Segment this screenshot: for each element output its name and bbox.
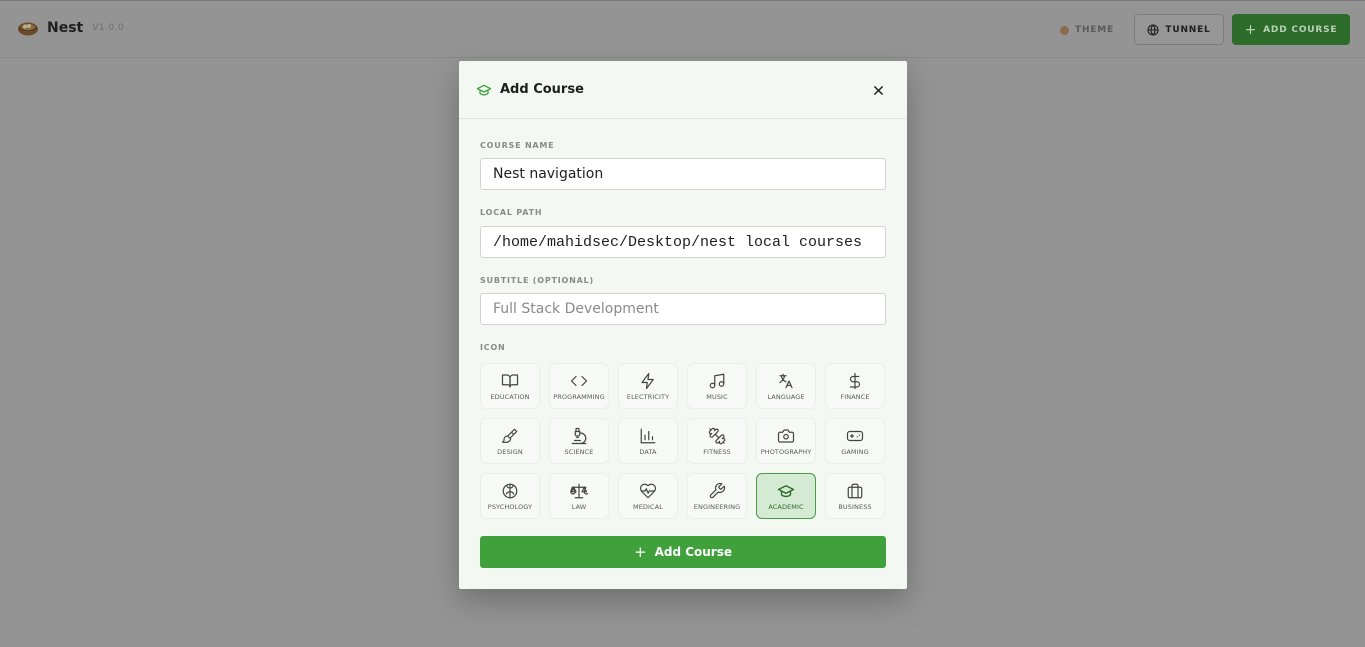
icon-option-electricity[interactable]: ELECTRICITY [618, 363, 678, 409]
icon-option-label: FINANCE [840, 392, 870, 401]
gamepad-icon [846, 430, 864, 441]
paintbrush-icon [501, 428, 518, 443]
dumbbell-icon [708, 427, 726, 444]
zap-icon [641, 372, 654, 389]
icon-picker-grid: EDUCATION PROGRAMMING ELECTRICITY MUSIC … [480, 363, 886, 519]
icon-option-label: EDUCATION [490, 392, 530, 401]
subtitle-label: SUBTITLE (OPTIONAL) [480, 276, 594, 285]
add-course-header-label: ADD COURSE [1263, 24, 1338, 35]
modal-title: Add Course [500, 82, 584, 97]
icon-option-label: BUSINESS [838, 502, 872, 511]
modal-header: Add Course [459, 61, 907, 119]
icon-option-label: MEDICAL [633, 502, 663, 511]
icon-option-label: PSYCHOLOGY [487, 502, 533, 511]
brand[interactable]: Nest V1.0.0 [17, 19, 124, 37]
add-course-submit-button[interactable]: + Add Course [480, 536, 886, 568]
icon-option-law[interactable]: LAW [549, 473, 609, 519]
scale-icon [570, 483, 588, 498]
tunnel-button[interactable]: TUNNEL [1134, 14, 1224, 45]
icon-option-label: SCIENCE [564, 447, 594, 456]
add-course-header-button[interactable]: + ADD COURSE [1232, 14, 1350, 45]
icon-option-gaming[interactable]: GAMING [825, 418, 885, 464]
icon-option-business[interactable]: BUSINESS [825, 473, 885, 519]
icon-option-education[interactable]: EDUCATION [480, 363, 540, 409]
icon-option-music[interactable]: MUSIC [687, 363, 747, 409]
icon-option-psychology[interactable]: PSYCHOLOGY [480, 473, 540, 519]
bar-chart-icon [640, 428, 656, 443]
book-open-icon [501, 373, 519, 388]
icon-option-science[interactable]: SCIENCE [549, 418, 609, 464]
plus-icon: + [1244, 21, 1258, 38]
icon-option-label: MUSIC [706, 392, 728, 401]
theme-button[interactable]: THEME [1060, 21, 1114, 39]
icon-option-label: FITNESS [703, 447, 731, 456]
camera-icon [777, 428, 795, 443]
icon-option-label: LANGUAGE [767, 392, 805, 401]
globe-icon [1147, 23, 1159, 36]
app-version: V1.0.0 [92, 23, 125, 33]
code-icon [570, 375, 588, 386]
icon-option-programming[interactable]: PROGRAMMING [549, 363, 609, 409]
languages-icon [779, 373, 793, 388]
graduation-cap-icon [777, 484, 795, 497]
icon-option-label: ACADEMIC [768, 502, 804, 511]
icon-option-finance[interactable]: FINANCE [825, 363, 885, 409]
subtitle-input[interactable] [480, 293, 886, 325]
music-icon [709, 373, 725, 388]
icon-option-photography[interactable]: PHOTOGRAPHY [756, 418, 816, 464]
top-bar: Nest V1.0.0 THEME TUNNEL + ADD COURSE [0, 0, 1365, 58]
nest-logo-icon [18, 22, 38, 36]
course-name-input[interactable] [480, 158, 886, 190]
brain-icon [502, 483, 518, 498]
course-name-label: COURSE NAME [480, 141, 555, 150]
briefcase-icon [847, 483, 863, 498]
icon-option-language[interactable]: LANGUAGE [756, 363, 816, 409]
icon-option-label: PHOTOGRAPHY [760, 447, 812, 456]
microscope-icon [571, 427, 587, 444]
app-name: Nest [47, 20, 84, 36]
dollar-icon [849, 372, 861, 389]
icon-option-academic[interactable]: ACADEMIC [756, 473, 816, 519]
submit-label: Add Course [654, 545, 732, 559]
icon-option-label: PROGRAMMING [553, 392, 605, 401]
close-button[interactable] [871, 83, 885, 97]
graduation-cap-icon [476, 84, 492, 95]
add-course-modal: Add Course COURSE NAME LOCAL PATH SUBTIT… [459, 61, 907, 589]
heart-pulse-icon [639, 483, 657, 498]
icon-option-label: ELECTRICITY [626, 392, 670, 401]
local-path-input[interactable] [480, 226, 886, 258]
icon-option-data[interactable]: DATA [618, 418, 678, 464]
tunnel-label: TUNNEL [1165, 24, 1211, 35]
icon-option-label: DATA [639, 447, 657, 456]
theme-label: THEME [1075, 25, 1114, 35]
icon-section-label: ICON [480, 343, 506, 352]
close-icon [873, 85, 883, 95]
icon-option-label: DESIGN [497, 447, 523, 456]
wrench-icon [709, 482, 726, 498]
local-path-label: LOCAL PATH [480, 208, 543, 217]
icon-option-fitness[interactable]: FITNESS [687, 418, 747, 464]
icon-option-label: LAW [571, 502, 587, 511]
icon-option-label: GAMING [841, 447, 869, 456]
icon-option-label: ENGINEERING [693, 502, 741, 511]
icon-option-engineering[interactable]: ENGINEERING [687, 473, 747, 519]
icon-option-design[interactable]: DESIGN [480, 418, 540, 464]
icon-option-medical[interactable]: MEDICAL [618, 473, 678, 519]
palette-icon [1060, 25, 1069, 35]
plus-icon: + [633, 543, 647, 561]
